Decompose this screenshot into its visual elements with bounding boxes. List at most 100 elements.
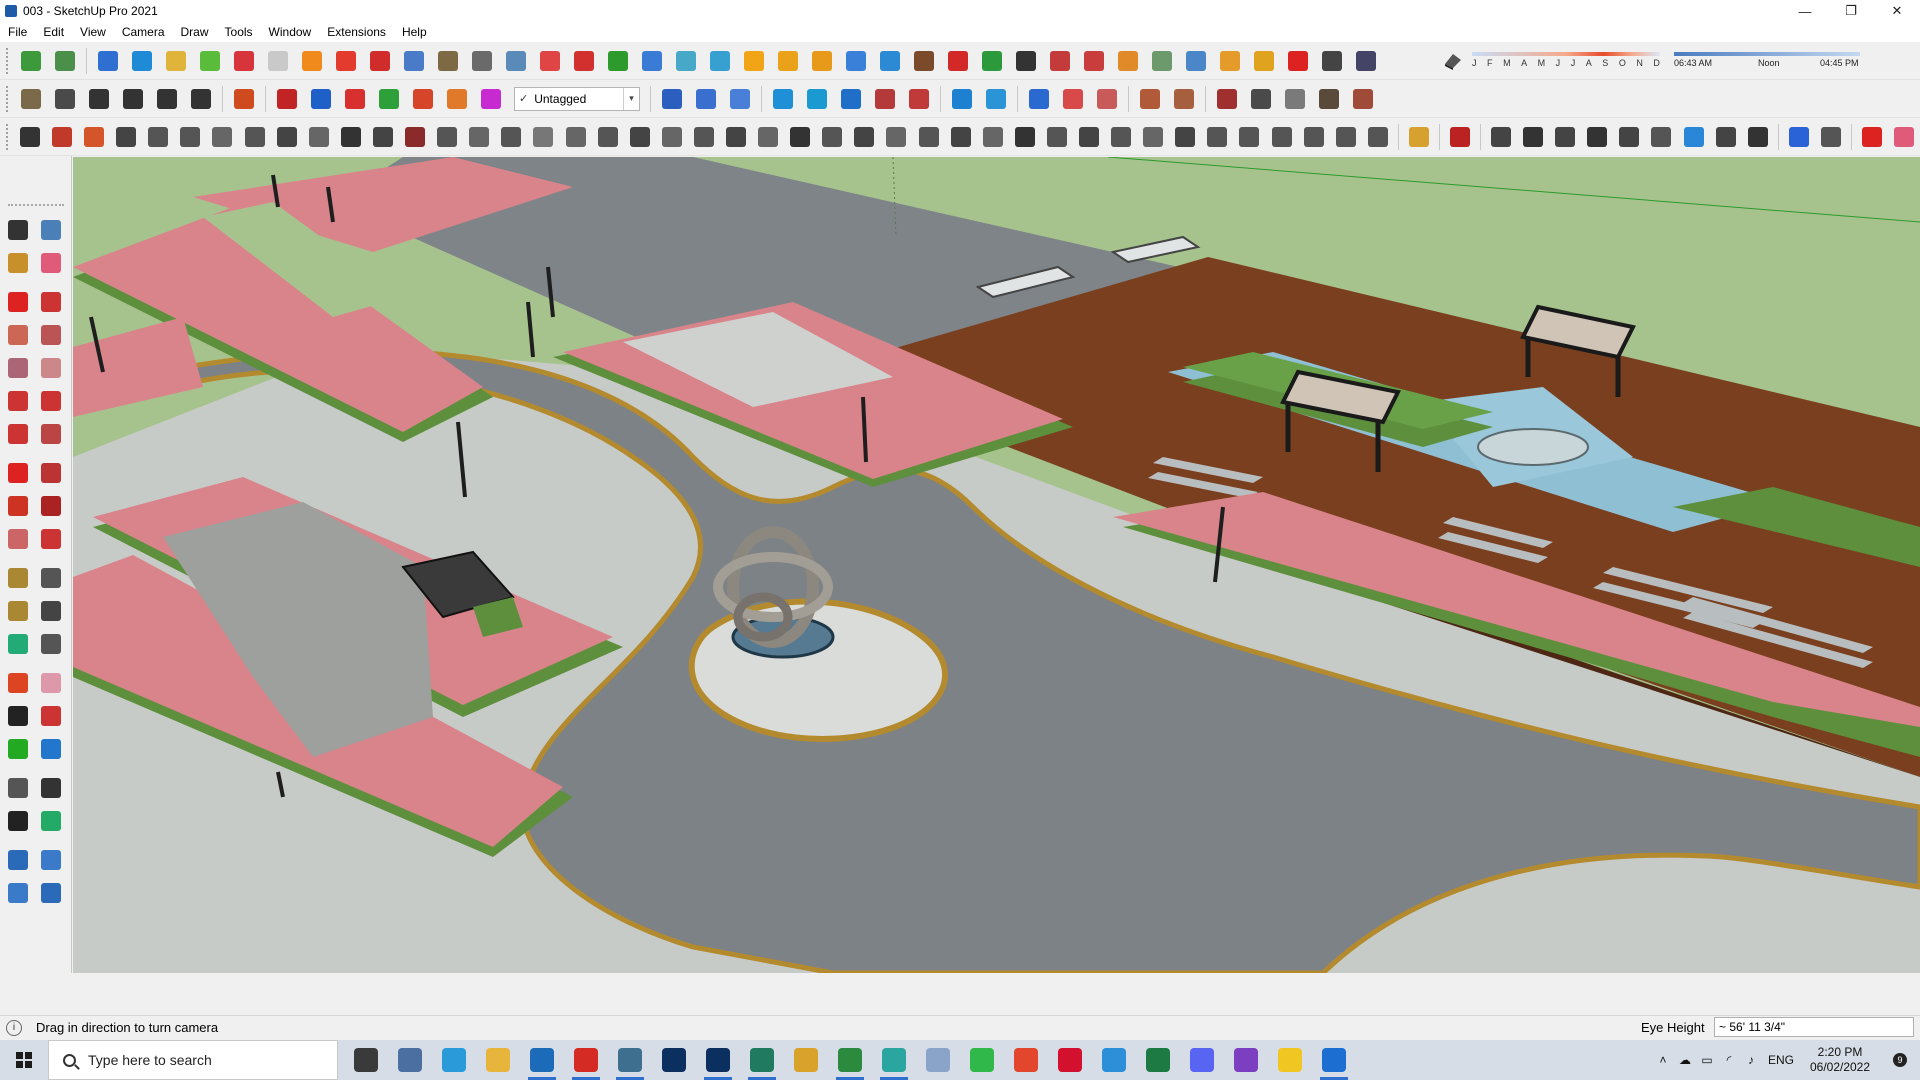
taskbar-app-acrobat[interactable] bbox=[564, 1040, 608, 1080]
toolbar3-tool-button[interactable] bbox=[786, 122, 814, 152]
taskbar-app-edge[interactable] bbox=[432, 1040, 476, 1080]
toolbar3-tool-button[interactable] bbox=[1235, 122, 1263, 152]
toolbar1-tool-button[interactable] bbox=[1351, 46, 1381, 76]
toolbar2-tool-button[interactable] bbox=[1169, 84, 1199, 114]
toolbar3-tool-button[interactable] bbox=[1446, 122, 1474, 152]
taskbar-app-podcast[interactable] bbox=[1224, 1040, 1268, 1080]
toolbar1-tool-button[interactable] bbox=[1181, 46, 1211, 76]
toolbar3-tool-button[interactable] bbox=[1615, 122, 1643, 152]
taskbar-app-app-frame[interactable] bbox=[608, 1040, 652, 1080]
toolbar3-tool-button[interactable] bbox=[1785, 122, 1813, 152]
toolbar3-tool-button[interactable] bbox=[1171, 122, 1199, 152]
volume-icon[interactable]: ♪ bbox=[1740, 1053, 1762, 1067]
toolbar2-tool-button[interactable] bbox=[50, 84, 80, 114]
toolbar3-tool-button[interactable] bbox=[1405, 122, 1433, 152]
toolbar2-tool-button[interactable] bbox=[186, 84, 216, 114]
menu-camera[interactable]: Camera bbox=[114, 25, 173, 39]
info-icon[interactable]: i bbox=[6, 1019, 22, 1036]
toolbar3-tool-button[interactable] bbox=[850, 122, 878, 152]
palette-tool-button[interactable] bbox=[4, 387, 32, 415]
toolbar2-tool-button[interactable] bbox=[1024, 84, 1054, 114]
toolbar3-tool-button[interactable] bbox=[1647, 122, 1675, 152]
toolbar2-tool-button[interactable] bbox=[657, 84, 687, 114]
toolbar2-tool-button[interactable] bbox=[870, 84, 900, 114]
palette-tool-button[interactable] bbox=[4, 216, 32, 244]
toolbar3-tool-button[interactable] bbox=[16, 122, 44, 152]
toolbar3-tool-button[interactable] bbox=[594, 122, 622, 152]
menu-view[interactable]: View bbox=[72, 25, 114, 39]
model-viewport[interactable] bbox=[73, 157, 1920, 973]
menu-extensions[interactable]: Extensions bbox=[319, 25, 394, 39]
toolbar3-tool-button[interactable] bbox=[1043, 122, 1071, 152]
taskbar-search[interactable]: Type here to search bbox=[48, 1040, 338, 1080]
toolbar2-tool-button[interactable] bbox=[152, 84, 182, 114]
palette-tool-button[interactable] bbox=[37, 630, 65, 658]
taskbar-app-app-green[interactable] bbox=[740, 1040, 784, 1080]
toolbar3-tool-button[interactable] bbox=[1551, 122, 1579, 152]
palette-tool-button[interactable] bbox=[37, 492, 65, 520]
toolbar1-tool-button[interactable] bbox=[1215, 46, 1245, 76]
toolbar1-tool-button[interactable] bbox=[1079, 46, 1109, 76]
palette-tool-button[interactable] bbox=[4, 492, 32, 520]
taskbar-app-whatsapp[interactable] bbox=[960, 1040, 1004, 1080]
toolbar3-tool-button[interactable] bbox=[1203, 122, 1231, 152]
toolbar1-tool-button[interactable] bbox=[705, 46, 735, 76]
toolbar1-tool-button[interactable] bbox=[127, 46, 157, 76]
toolbar3-tool-button[interactable] bbox=[947, 122, 975, 152]
palette-tool-button[interactable] bbox=[4, 597, 32, 625]
toolbar1-tool-button[interactable] bbox=[331, 46, 361, 76]
taskbar-app-discord[interactable] bbox=[1180, 1040, 1224, 1080]
palette-tool-button[interactable] bbox=[4, 459, 32, 487]
palette-tool-button[interactable] bbox=[4, 669, 32, 697]
toolbar1-tool-button[interactable] bbox=[671, 46, 701, 76]
toolbar3-tool-button[interactable] bbox=[1487, 122, 1515, 152]
toolbar2-tool-button[interactable] bbox=[476, 84, 506, 114]
toolbar3-tool-button[interactable] bbox=[561, 122, 589, 152]
toolbar3-tool-button[interactable] bbox=[1332, 122, 1360, 152]
toolbar2-tool-button[interactable] bbox=[1280, 84, 1310, 114]
toolbar2-tool-button[interactable] bbox=[691, 84, 721, 114]
toolbar3-tool-button[interactable] bbox=[273, 122, 301, 152]
toolbar3-tool-button[interactable] bbox=[337, 122, 365, 152]
palette-tool-button[interactable] bbox=[4, 321, 32, 349]
toolbar1-tool-button[interactable] bbox=[1011, 46, 1041, 76]
toolbar1-tool-button[interactable] bbox=[1317, 46, 1347, 76]
time-slider[interactable] bbox=[1674, 52, 1860, 56]
taskbar-app-task-view[interactable] bbox=[344, 1040, 388, 1080]
toolbar1-tool-button[interactable] bbox=[50, 46, 80, 76]
toolbar3-tool-button[interactable] bbox=[48, 122, 76, 152]
close-button[interactable]: ✕ bbox=[1874, 0, 1920, 22]
palette-tool-button[interactable] bbox=[37, 846, 65, 874]
toolbar3-tool-button[interactable] bbox=[465, 122, 493, 152]
taskbar-app-file-explorer[interactable] bbox=[476, 1040, 520, 1080]
toolbar1-tool-button[interactable] bbox=[875, 46, 905, 76]
toolbar2-tool-button[interactable] bbox=[947, 84, 977, 114]
palette-tool-button[interactable] bbox=[4, 774, 32, 802]
toolbar3-tool-button[interactable] bbox=[1075, 122, 1103, 152]
taskbar-app-photos[interactable] bbox=[1312, 1040, 1356, 1080]
toolbar1-tool-button[interactable] bbox=[603, 46, 633, 76]
toolbar-grip[interactable] bbox=[6, 123, 10, 150]
menu-draw[interactable]: Draw bbox=[173, 25, 217, 39]
toolbar3-tool-button[interactable] bbox=[176, 122, 204, 152]
toolbar3-tool-button[interactable] bbox=[529, 122, 557, 152]
palette-tool-button[interactable] bbox=[4, 735, 32, 763]
toolbar3-tool-button[interactable] bbox=[1858, 122, 1886, 152]
toolbar1-tool-button[interactable] bbox=[739, 46, 769, 76]
toolbar1-tool-button[interactable] bbox=[535, 46, 565, 76]
menu-help[interactable]: Help bbox=[394, 25, 435, 39]
taskbar-app-app-teal[interactable] bbox=[872, 1040, 916, 1080]
toolbar1-tool-button[interactable] bbox=[569, 46, 599, 76]
toolbar3-tool-button[interactable] bbox=[305, 122, 333, 152]
toolbar2-tool-button[interactable] bbox=[768, 84, 798, 114]
toolbar3-tool-button[interactable] bbox=[401, 122, 429, 152]
palette-grip[interactable] bbox=[8, 204, 64, 206]
palette-tool-button[interactable] bbox=[4, 525, 32, 553]
toolbar2-tool-button[interactable] bbox=[725, 84, 755, 114]
palette-tool-button[interactable] bbox=[4, 288, 32, 316]
toolbar1-tool-button[interactable] bbox=[1249, 46, 1279, 76]
toolbar3-tool-button[interactable] bbox=[497, 122, 525, 152]
measurements-box[interactable]: ~ 56' 11 3/4" bbox=[1714, 1017, 1914, 1037]
palette-tool-button[interactable] bbox=[4, 420, 32, 448]
toolbar1-tool-button[interactable] bbox=[977, 46, 1007, 76]
